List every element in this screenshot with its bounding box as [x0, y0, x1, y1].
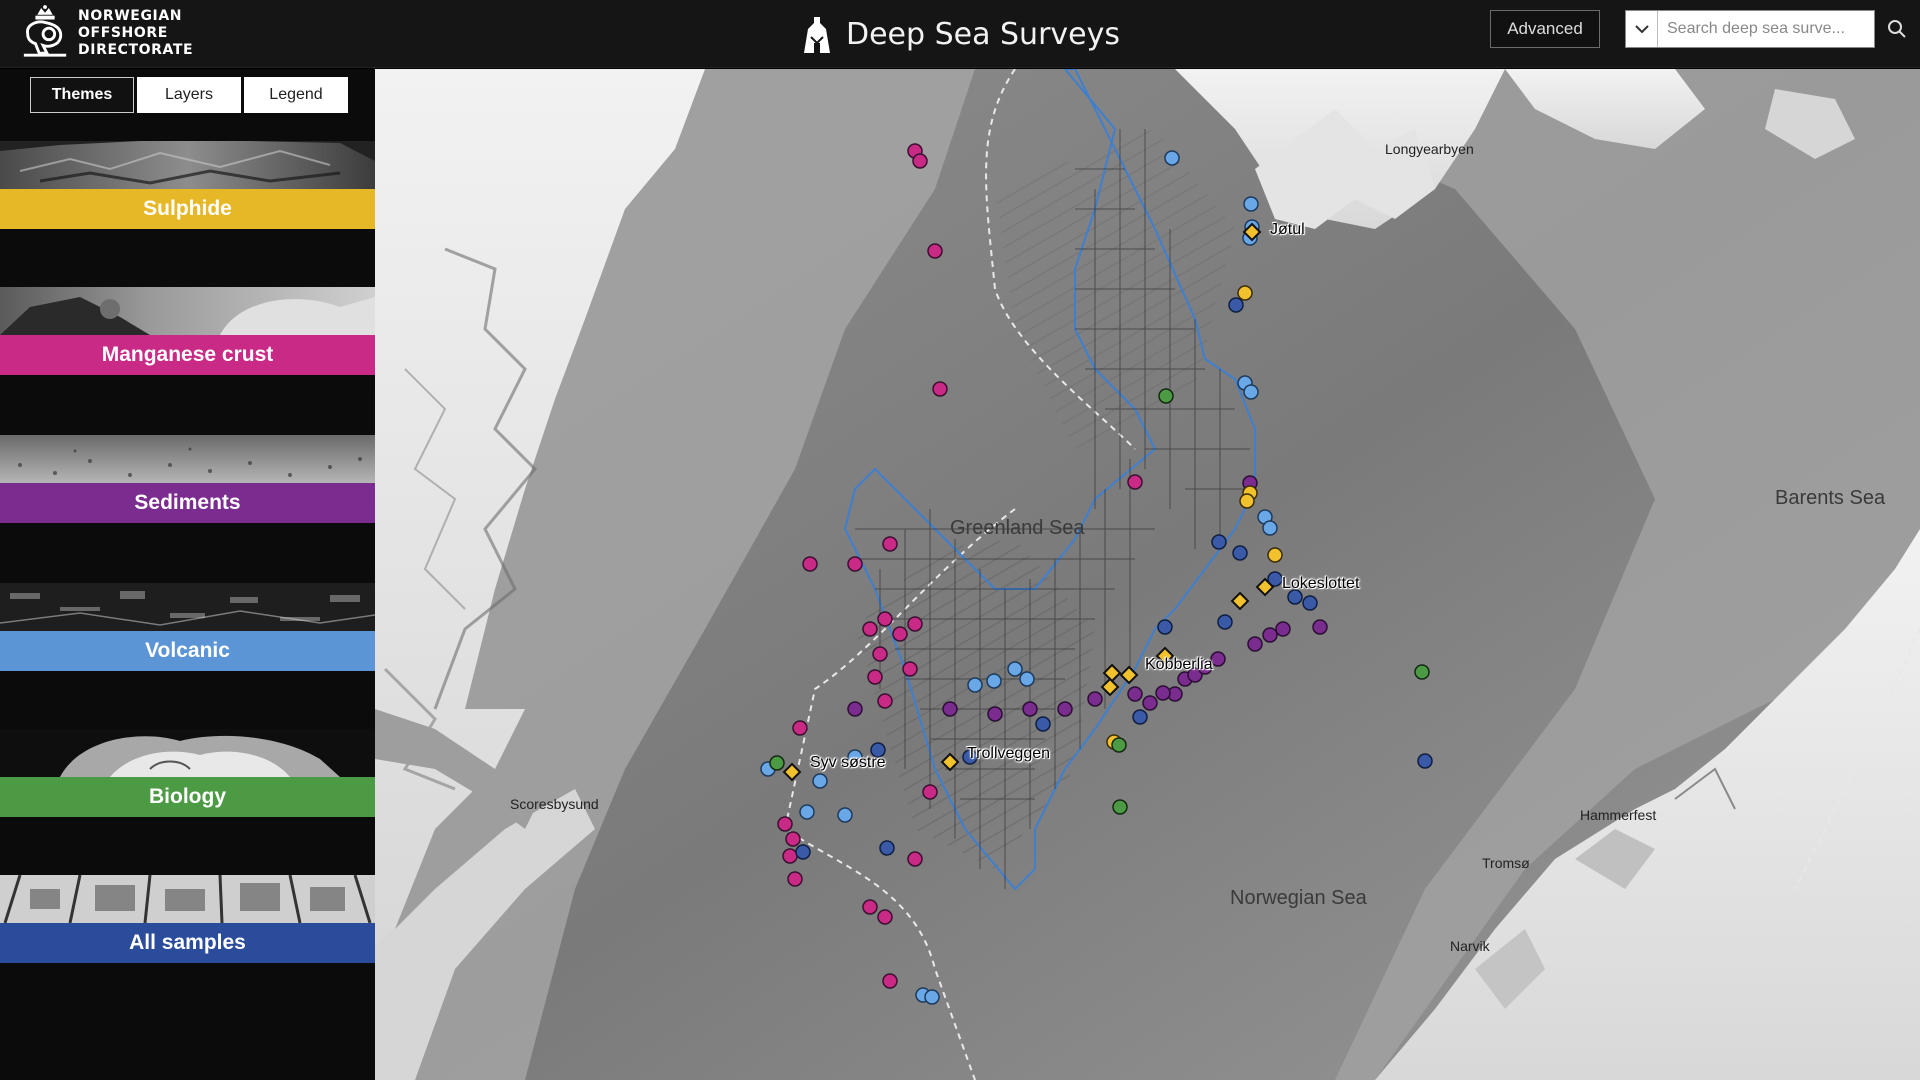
- theme-sediments-label: Sediments: [0, 483, 375, 523]
- volcanic-rock-image: [0, 583, 375, 631]
- org-line-1: NORWEGIAN OFFSHORE: [78, 7, 183, 41]
- theme-all-samples-label: All samples: [0, 923, 375, 963]
- chevron-down-icon: [1634, 25, 1649, 34]
- tab-legend[interactable]: Legend: [244, 77, 348, 113]
- advanced-search-button[interactable]: Advanced: [1490, 10, 1600, 48]
- label-tromso: Tromsø: [1482, 855, 1530, 871]
- site-label-syv-sostre[interactable]: Syv søstre: [810, 754, 886, 772]
- site-label-lokeslottet[interactable]: Lokeslottet: [1282, 575, 1359, 593]
- label-narvik: Narvik: [1450, 938, 1490, 954]
- app-title-text: Deep Sea Surveys: [846, 16, 1120, 52]
- tab-themes[interactable]: Themes: [30, 77, 134, 113]
- sidebar-tabs: Themes Layers Legend: [30, 77, 348, 113]
- theme-manganese-crust-label: Manganese crust: [0, 335, 375, 375]
- search-button[interactable]: [1882, 14, 1912, 44]
- theme-biology-label: Biology: [0, 777, 375, 817]
- theme-volcanic-label: Volcanic: [0, 631, 375, 671]
- theme-all-samples[interactable]: All samples: [0, 875, 375, 963]
- sample-collector-icon: [804, 17, 830, 53]
- manganese-crust-image: [0, 287, 375, 335]
- crown-lion-icon: [23, 5, 67, 57]
- theme-sediments[interactable]: Sediments: [0, 435, 375, 523]
- sediments-seafloor-image: [0, 435, 375, 483]
- search-input[interactable]: [1658, 11, 1874, 47]
- site-label-trollveggen[interactable]: Trollveggen: [967, 745, 1050, 763]
- sulphide-rock-image: [0, 141, 375, 189]
- theme-manganese-crust[interactable]: Manganese crust: [0, 287, 375, 375]
- search-box: [1625, 10, 1875, 48]
- tab-layers[interactable]: Layers: [137, 77, 241, 113]
- map-canvas: [375, 69, 1920, 1080]
- site-label-kobberlia[interactable]: Kobberlia: [1145, 656, 1213, 674]
- biology-coral-image: [0, 729, 375, 777]
- theme-volcanic[interactable]: Volcanic: [0, 583, 375, 671]
- top-header: NORWEGIAN OFFSHORE DIRECTORATE Deep Sea …: [0, 0, 1920, 68]
- label-greenland-sea: Greenland Sea: [950, 517, 1085, 539]
- label-hammerfest: Hammerfest: [1580, 807, 1657, 823]
- theme-sulphide[interactable]: Sulphide: [0, 141, 375, 229]
- sidebar: Themes Layers Legend Sulphide Manganese …: [0, 69, 375, 1080]
- org-line-2: DIRECTORATE: [78, 41, 194, 58]
- directorate-logo[interactable]: NORWEGIAN OFFSHORE DIRECTORATE: [20, 4, 270, 62]
- label-barents-sea: Barents Sea: [1775, 487, 1886, 509]
- map-view[interactable]: Longyearbyen Barents Sea Greenland Sea S…: [375, 69, 1920, 1080]
- theme-sulphide-label: Sulphide: [0, 189, 375, 229]
- core-samples-image: [0, 875, 375, 923]
- label-norwegian-sea: Norwegian Sea: [1230, 887, 1367, 909]
- theme-biology[interactable]: Biology: [0, 729, 375, 817]
- search-icon: [1888, 20, 1906, 38]
- label-scoresbysund: Scoresbysund: [510, 796, 599, 812]
- search-source-dropdown[interactable]: [1626, 11, 1658, 47]
- label-longyearbyen: Longyearbyen: [1385, 141, 1474, 157]
- site-label-jotul[interactable]: Jøtul: [1270, 221, 1305, 239]
- organisation-name: NORWEGIAN OFFSHORE DIRECTORATE: [78, 8, 270, 59]
